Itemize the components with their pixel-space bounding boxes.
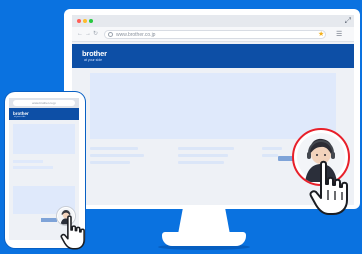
maximize-window-dot[interactable] <box>89 19 93 23</box>
content-placeholder-line <box>178 161 224 164</box>
illustration-canvas: { "desktop": { "url": "www.brother.co.jp… <box>0 0 362 254</box>
brand-logo[interactable]: brother <box>82 50 107 58</box>
mobile-brand-tagline: at your side <box>14 116 26 118</box>
content-placeholder-line <box>178 154 228 157</box>
refresh-icon[interactable]: ↻ <box>93 30 98 38</box>
pointing-hand-cursor-icon <box>309 160 348 215</box>
back-arrow-icon[interactable]: ← <box>77 30 83 38</box>
mobile-site-header: brother at your side <box>9 108 79 120</box>
lock-icon <box>108 32 113 37</box>
forward-arrow-icon[interactable]: → <box>85 30 91 38</box>
mobile-placeholder-line <box>13 160 43 163</box>
mobile-address-bar[interactable]: www.brother.co.jp <box>13 100 75 106</box>
monitor-stand-neck <box>178 209 230 233</box>
expand-icon[interactable]: ⤢ <box>345 16 351 25</box>
mobile-pointing-hand-cursor-icon <box>60 215 85 250</box>
content-placeholder-line <box>90 147 138 150</box>
brand-tagline: at your side <box>84 58 103 62</box>
address-bar[interactable]: www.brother.co.jp <box>104 30 326 39</box>
menu-icon[interactable]: ☰ <box>336 30 342 39</box>
content-placeholder-line <box>90 154 144 157</box>
content-placeholder-line <box>178 147 234 150</box>
mobile-chat-button-placeholder[interactable] <box>41 218 57 222</box>
hero-banner <box>90 73 336 139</box>
mobile-placeholder-line <box>13 166 53 169</box>
content-placeholder-line <box>262 147 282 150</box>
close-window-dot[interactable] <box>77 19 81 23</box>
content-placeholder-line <box>262 154 278 157</box>
mobile-hero-banner <box>13 124 75 154</box>
address-row: ← → ↻ www.brother.co.jp ★ ☰ <box>72 27 354 42</box>
browser-tab-bar: ⤢ <box>72 15 354 27</box>
address-bar-url: www.brother.co.jp <box>116 32 156 38</box>
star-icon[interactable]: ★ <box>318 30 324 39</box>
site-header: brother at your side <box>72 44 354 68</box>
minimize-window-dot[interactable] <box>83 19 87 23</box>
monitor-stand-base <box>162 232 246 246</box>
content-placeholder-line <box>90 161 130 164</box>
mobile-address-row: www.brother.co.jp <box>9 98 79 108</box>
